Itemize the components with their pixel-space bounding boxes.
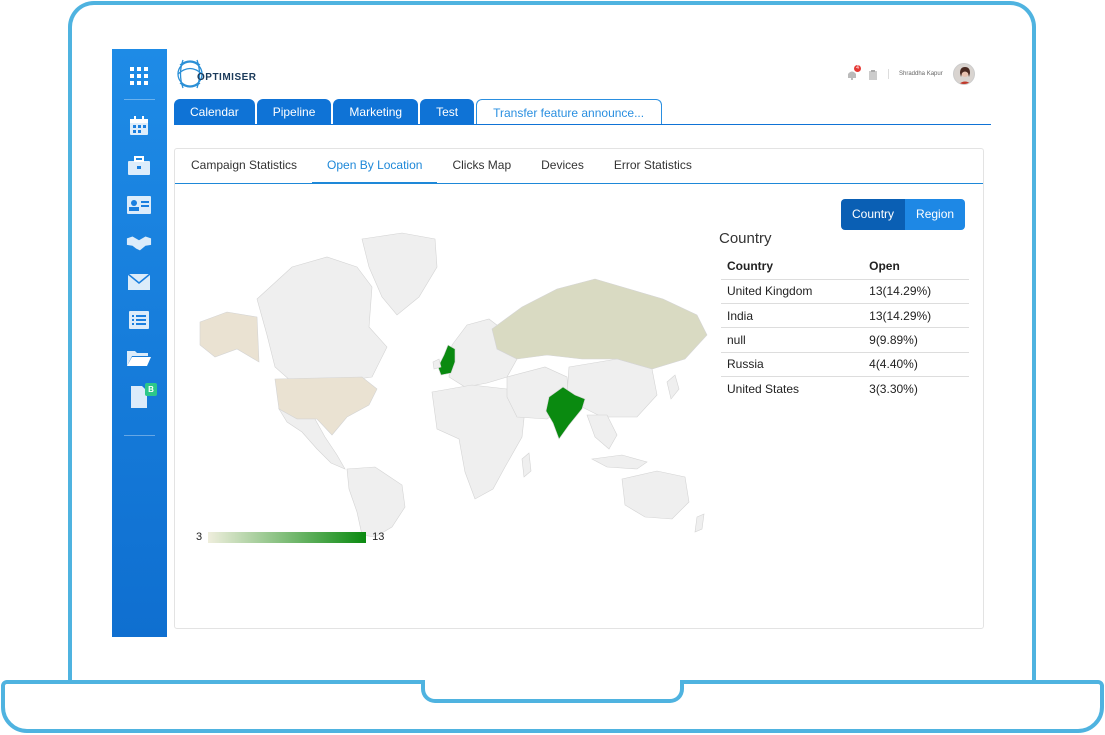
column-header-country[interactable]: Country (721, 254, 864, 280)
laptop-notch (421, 680, 684, 703)
table-row: United States 3(3.30%) (721, 377, 969, 401)
country-region-toggle: Country Region (841, 199, 966, 230)
briefcase-icon[interactable] (126, 155, 152, 177)
statistics-card: Campaign Statistics Open By Location Cli… (174, 148, 984, 629)
notification-bell-icon[interactable]: 4 (846, 65, 861, 80)
world-map[interactable] (197, 227, 717, 537)
subtab-open-by-location[interactable]: Open By Location (312, 149, 438, 184)
logo-text: OPTIMISER (197, 71, 257, 83)
document-badge: B (145, 383, 157, 396)
row-country: United States (727, 382, 800, 396)
map-canada (256, 256, 388, 383)
subtab-campaign-statistics[interactable]: Campaign Statistics (176, 149, 312, 184)
legend-min-label: 3 (196, 531, 203, 543)
sidebar-divider (124, 435, 155, 436)
clipboard-icon[interactable] (868, 68, 878, 80)
apps-grid-icon[interactable] (126, 65, 152, 87)
table-row: Russia 4(4.40%) (721, 352, 969, 378)
notification-count-badge: 4 (854, 65, 861, 72)
row-open: 13(14.29%) (863, 303, 969, 329)
table-row: null 9(9.89%) (721, 327, 969, 353)
tab-marketing[interactable]: Marketing (333, 99, 419, 125)
tab-calendar[interactable]: Calendar (174, 99, 255, 125)
tab-transfer-feature[interactable]: Transfer feature announce... (476, 99, 663, 125)
subtab-error-statistics[interactable]: Error Statistics (599, 149, 707, 184)
map-united-states (274, 376, 378, 436)
country-toggle-button[interactable]: Country (841, 199, 906, 230)
tabs-underline (174, 124, 991, 125)
row-country: Russia (721, 352, 864, 378)
map-legend: 3 13 (196, 531, 384, 543)
sidebar: B (112, 49, 167, 637)
sub-tabs: Campaign Statistics Open By Location Cli… (175, 149, 983, 184)
tab-pipeline[interactable]: Pipeline (256, 99, 332, 125)
row-country: United Kingdom (721, 279, 864, 304)
map-australia (621, 470, 690, 520)
list-icon[interactable] (126, 309, 152, 331)
country-stats-table: Country Open United Kingdom 13(14.29%) In… (721, 254, 969, 401)
legend-gradient-bar (208, 531, 367, 543)
row-country: null (721, 327, 864, 353)
header-actions: 4 Shraddha Kapur (846, 63, 975, 85)
contact-card-icon[interactable] (126, 194, 152, 216)
avatar[interactable] (952, 63, 975, 85)
table-row: United Kingdom 13(14.29%) (721, 279, 969, 304)
legend-max-label: 13 (372, 531, 385, 543)
map-japan (666, 374, 680, 400)
row-open: 13(14.29%) (863, 279, 969, 304)
optimiser-logo[interactable]: OPTIMISER (175, 55, 257, 93)
mail-icon[interactable] (126, 271, 152, 293)
map-ireland (432, 358, 442, 370)
map-indonesia (591, 454, 648, 470)
row-open: 9(9.89%) (863, 327, 969, 353)
subtab-clicks-map[interactable]: Clicks Map (437, 149, 526, 184)
table-header-row: Country Open (721, 254, 969, 280)
handshake-icon[interactable] (126, 232, 152, 254)
column-header-open[interactable]: Open (863, 254, 969, 280)
map-southeast-asia (586, 414, 618, 450)
map-south-america (346, 466, 406, 537)
user-name[interactable]: Shraddha Kapur (899, 71, 943, 77)
region-toggle-button[interactable]: Region (905, 199, 966, 230)
table-row: India 13(14.29%) (721, 303, 969, 329)
calendar-icon[interactable] (126, 115, 152, 137)
map-alaska (199, 311, 260, 363)
folder-icon[interactable] (126, 347, 152, 369)
map-madagascar (521, 452, 532, 478)
row-country: India (721, 303, 864, 329)
table-title: Country (719, 230, 772, 247)
row-open: 4(4.40%) (863, 352, 969, 378)
tab-test[interactable]: Test (420, 99, 475, 125)
sidebar-divider (124, 99, 155, 100)
map-new-zealand (694, 513, 705, 533)
header-divider (888, 69, 889, 79)
subtab-devices[interactable]: Devices (526, 149, 599, 184)
main-tabs: Calendar Pipeline Marketing Test Transfe… (174, 99, 663, 125)
row-open: 3(3.30%) (869, 382, 918, 396)
map-greenland (361, 232, 438, 316)
map-russia (491, 278, 708, 370)
